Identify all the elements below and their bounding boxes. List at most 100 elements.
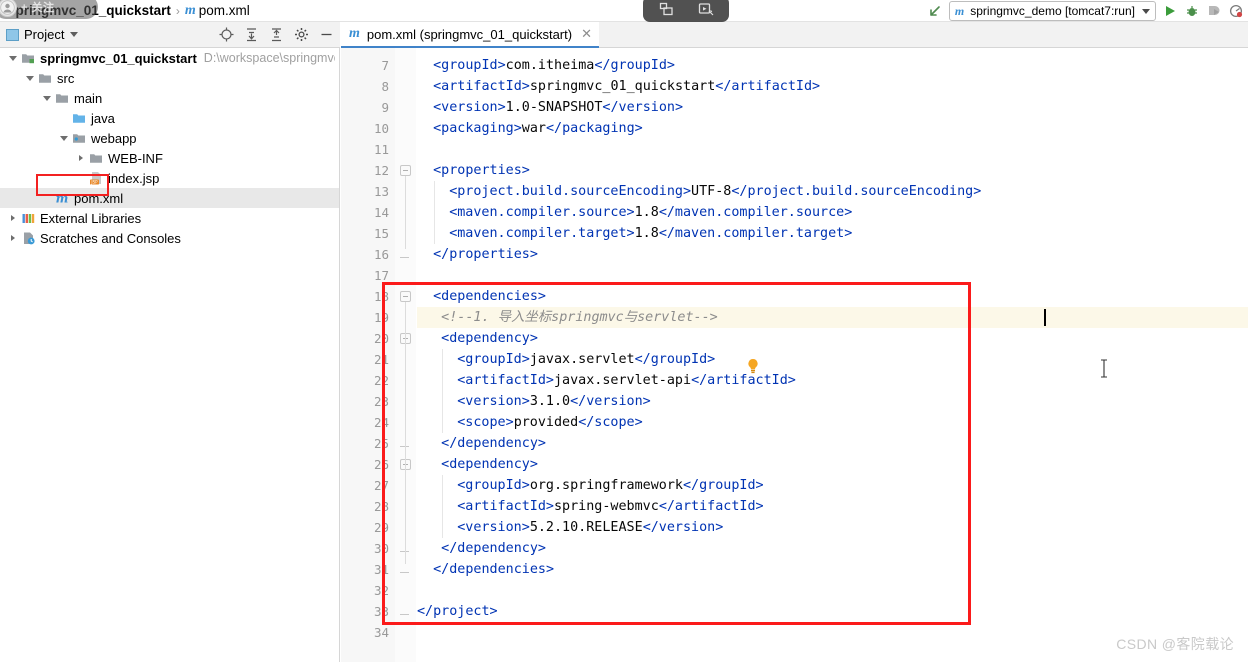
code-line[interactable]: <version>5.2.10.RELEASE</version> [457,517,723,538]
code-line[interactable]: <artifactId>springmvc_01_quickstart</art… [433,76,820,97]
code-line[interactable]: <groupId>com.itheima</groupId> [433,55,675,76]
code-line[interactable]: <maven.compiler.target>1.8</maven.compil… [449,223,852,244]
profiler-icon[interactable] [1228,3,1244,19]
code-line[interactable]: <groupId>javax.servlet</groupId> [457,349,715,370]
code-editor[interactable]: 7 8 9 10 11 12 13 14 15 16 17 18 19 20 21 22 23 24 25 26 27 2… [341,48,1248,662]
tree-item-label: External Libraries [40,210,142,226]
code-token-txt: war [521,121,546,136]
tree-item-java[interactable]: java [0,108,339,128]
minimize-icon[interactable] [318,27,334,43]
code-line[interactable]: <maven.compiler.source>1.8</maven.compil… [449,202,852,223]
chevron-down-icon[interactable] [1142,8,1150,14]
webapp-folder-icon [71,131,87,146]
collapse-all-icon[interactable] [268,27,284,43]
fold-collapse-icon[interactable] [400,165,411,176]
fold-end-marker[interactable] [400,249,409,258]
close-icon[interactable]: ✕ [581,26,592,42]
tree-item-springmvc-01-quickstart[interactable]: springmvc_01_quickstart D:\workspace\spri… [0,48,339,68]
text-cursor-icon [1099,359,1109,378]
code-token-txt: 3.1.0 [529,394,571,409]
code-line[interactable]: <packaging>war</packaging> [433,118,643,139]
code-line[interactable]: </dependency> [441,433,546,454]
expand-all-icon[interactable] [243,27,259,43]
tree-item-external-libraries[interactable]: External Libraries [0,208,339,228]
code-token-tag: <packaging> [433,121,522,136]
code-token-txt: javax.servlet-api [554,373,692,388]
screen-capture-widget[interactable] [643,0,729,22]
run-icon[interactable] [1162,3,1178,19]
fold-end-marker[interactable] [400,606,409,615]
snapshot-icon[interactable] [657,0,677,18]
jsp-file-icon: JSP [88,171,104,186]
code-token-cmt: <!--1. 导入坐标springmvc与servlet--> [441,310,718,325]
maven-file-icon: m [349,26,360,41]
tree-item-webapp[interactable]: webapp [0,128,339,148]
code-line[interactable]: <dependency> [441,454,538,475]
channel-avatar-icon [0,0,17,17]
code-line[interactable]: <properties> [433,160,530,181]
code-line[interactable]: </properties> [433,244,538,265]
code-line[interactable]: <project.build.sourceEncoding>UTF-8</pro… [449,181,981,202]
module-icon [20,51,36,66]
folder-icon [88,151,104,166]
code-line[interactable]: <dependency> [441,328,538,349]
code-line[interactable]: <version>1.0-SNAPSHOT</version> [433,97,683,118]
tree-item-index-jsp[interactable]: JSP index.jsp [0,168,339,188]
code-token-txt: com.itheima [505,58,595,73]
tree-item-label: main [74,90,103,106]
chevron-down-icon[interactable] [6,51,20,65]
chevron-down-icon[interactable] [23,71,37,85]
project-tree[interactable]: springmvc_01_quickstart D:\workspace\spri… [0,48,340,662]
project-panel-title[interactable]: Project [24,27,64,42]
code-token-tag: </artifactId> [658,499,764,514]
record-video-icon[interactable] [696,0,716,18]
fold-collapse-icon[interactable] [400,291,411,302]
code-line[interactable]: <scope>provided</scope> [457,412,642,433]
run-configuration-selector[interactable]: m springmvc_demo [tomcat7:run] [948,1,1156,21]
tree-item-scratches-and-consoles[interactable]: Scratches and Consoles [0,228,339,248]
tab-pom-xml[interactable]: m pom.xml (springmvc_01_quickstart) ✕ [341,22,599,48]
locate-icon[interactable] [218,27,234,43]
run-with-coverage-icon[interactable] [1206,3,1222,19]
chevron-right-icon[interactable] [74,151,88,165]
debug-icon[interactable] [1184,3,1200,19]
code-line[interactable]: </dependencies> [433,559,554,580]
run-configuration-label: springmvc_demo [tomcat7:run] [970,4,1135,18]
fold-end-marker[interactable] [400,564,409,573]
run-toolbar: m springmvc_demo [tomcat7:run] [927,1,1244,21]
chevron-down-icon[interactable] [70,32,79,37]
follow-badge-overlay[interactable]: + 关注 [0,0,98,19]
folder-icon [54,91,70,106]
code-line[interactable]: <artifactId>spring-webmvc</artifactId> [457,496,763,517]
code-line[interactable]: </project> [417,601,498,622]
editor-tab-bar: m pom.xml (springmvc_01_quickstart) ✕ [341,22,1248,48]
tree-item-label: pom.xml [74,190,124,206]
tree-item-src[interactable]: src [0,68,339,88]
tree-item-web-inf[interactable]: WEB-INF [0,148,339,168]
code-line[interactable]: <groupId>org.springframework</groupId> [457,475,763,496]
maven-file-icon: m [184,2,196,18]
chevron-right-icon[interactable] [6,211,20,225]
csdn-watermark: CSDN @客院载论 [1116,636,1234,652]
code-token-txt: 1.8 [634,205,659,220]
code-token-tag: <scope> [457,415,514,430]
tree-item-main[interactable]: main [0,88,339,108]
tree-item-pom-xml[interactable]: m pom.xml [0,188,339,208]
breadcrumb-file[interactable]: pom.xml [199,3,250,18]
gear-icon[interactable] [293,27,309,43]
code-line[interactable]: <version>3.1.0</version> [457,391,651,412]
back-arrow-icon[interactable] [927,3,943,19]
chevron-right-icon[interactable] [6,231,20,245]
code-line[interactable]: </dependency> [441,538,546,559]
code-line[interactable]: <dependencies> [433,286,546,307]
code-token-txt: spring-webmvc [554,499,659,514]
code-token-tag: </artifactId> [691,373,796,388]
code-line[interactable]: <!--1. 导入坐标springmvc与servlet--> [441,307,718,328]
code-token-tag: </dependency> [441,541,546,556]
chevron-down-icon[interactable] [40,91,54,105]
chevron-down-icon[interactable] [57,131,71,145]
code-content[interactable]: <groupId>com.itheima</groupId> <artifactI… [341,48,1248,662]
intention-bulb-icon[interactable] [746,358,760,374]
code-token-txt: 5.2.10.RELEASE [529,520,643,535]
